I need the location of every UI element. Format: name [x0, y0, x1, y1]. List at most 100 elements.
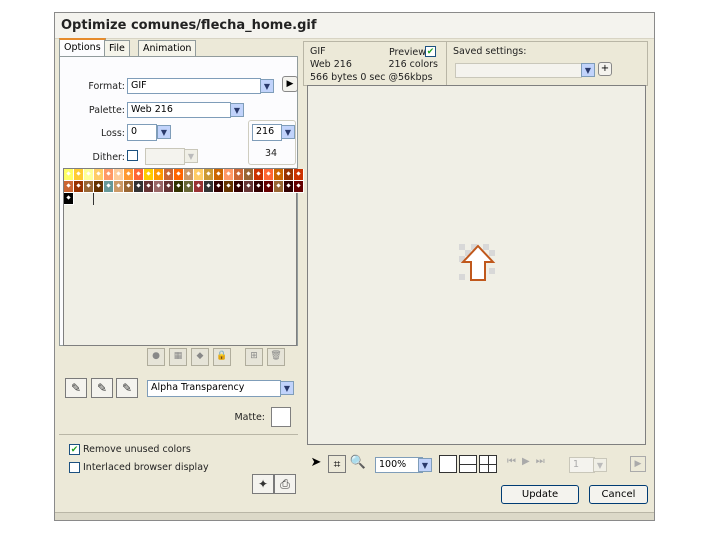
- zoom-tool-icon[interactable]: 🔍: [349, 455, 367, 473]
- palette-swatch[interactable]: [64, 169, 74, 181]
- divider: [446, 41, 447, 86]
- palette-swatch[interactable]: [224, 181, 234, 193]
- palette-swatch[interactable]: [164, 169, 174, 181]
- palette-swatch[interactable]: [114, 181, 124, 193]
- zoom-select[interactable]: 100%: [375, 457, 423, 473]
- palette-swatch[interactable]: [134, 169, 144, 181]
- palette-swatch[interactable]: [244, 181, 254, 193]
- swatch-icon[interactable]: ▦: [169, 348, 187, 366]
- palette-swatch[interactable]: [194, 181, 204, 193]
- chevron-down-icon[interactable]: ▼: [280, 381, 294, 395]
- palette-swatch[interactable]: [264, 169, 274, 181]
- colors-count-select[interactable]: 216: [252, 124, 282, 141]
- palette-swatch[interactable]: [204, 169, 214, 181]
- web-safe-marker-icon: [256, 183, 261, 188]
- palette-swatch[interactable]: [84, 169, 94, 181]
- lock-icon[interactable]: 🔒: [213, 348, 231, 366]
- chevron-down-icon[interactable]: ▼: [418, 458, 432, 472]
- title-bar[interactable]: Optimize comunes/flecha_home.gif: [55, 13, 654, 39]
- palette-swatch[interactable]: [194, 169, 204, 181]
- frame-select[interactable]: 1: [569, 457, 595, 473]
- palette-swatch[interactable]: [244, 169, 254, 181]
- palette-swatch[interactable]: [154, 181, 164, 193]
- palette-swatch[interactable]: [114, 169, 124, 181]
- saved-settings-select[interactable]: [455, 63, 582, 78]
- chevron-down-icon[interactable]: ▼: [230, 103, 244, 117]
- add-setting-button[interactable]: +: [598, 62, 612, 76]
- chevron-down-icon[interactable]: ▼: [260, 79, 274, 93]
- preview-checkbox[interactable]: ✔: [425, 46, 436, 57]
- tab-animation[interactable]: Animation: [138, 40, 197, 56]
- palette-swatch[interactable]: [184, 169, 194, 181]
- palette-swatch[interactable]: [224, 169, 234, 181]
- chevron-down-icon[interactable]: ▼: [157, 125, 171, 139]
- palette-swatch[interactable]: [94, 169, 104, 181]
- remove-unused-checkbox[interactable]: ✔: [69, 444, 80, 455]
- palette-select[interactable]: Web 216: [127, 102, 231, 118]
- dither-checkbox[interactable]: [127, 150, 138, 161]
- palette-swatch[interactable]: [84, 181, 94, 193]
- matte-color-picker[interactable]: [271, 407, 291, 427]
- palette-swatch[interactable]: [174, 169, 184, 181]
- palette-swatch[interactable]: [274, 169, 284, 181]
- web-safe-marker-icon: [246, 183, 251, 188]
- palette-swatch[interactable]: [174, 181, 184, 193]
- eyedropper-add-icon[interactable]: ✎: [91, 378, 113, 398]
- palette-swatch[interactable]: [274, 181, 284, 193]
- palette-swatch[interactable]: [184, 181, 194, 193]
- palette-swatch[interactable]: [144, 181, 154, 193]
- export-wizard-icon[interactable]: ⎙: [274, 474, 296, 494]
- palette-swatch[interactable]: [214, 181, 224, 193]
- single-view-icon[interactable]: [439, 455, 457, 473]
- palette-swatch[interactable]: [134, 181, 144, 193]
- palette-swatch[interactable]: [74, 181, 84, 193]
- palette-swatch[interactable]: [164, 181, 174, 193]
- chevron-down-icon[interactable]: ▼: [581, 63, 595, 77]
- pointer-tool-icon[interactable]: ➤: [307, 455, 325, 473]
- eyedropper-remove-icon[interactable]: ✎: [116, 378, 138, 398]
- palette-swatch[interactable]: [264, 181, 274, 193]
- palette-swatch[interactable]: [214, 169, 224, 181]
- palette-swatch[interactable]: [124, 181, 134, 193]
- palette-swatch[interactable]: [234, 181, 244, 193]
- palette-swatch[interactable]: [294, 181, 304, 193]
- palette-swatch[interactable]: [94, 181, 104, 193]
- palette-swatch[interactable]: [104, 169, 114, 181]
- tab-options[interactable]: Options: [59, 38, 106, 56]
- eyedropper-select-icon[interactable]: ✎: [65, 378, 87, 398]
- update-button[interactable]: Update: [501, 485, 579, 504]
- format-select[interactable]: GIF: [127, 78, 261, 94]
- record-icon[interactable]: ●: [147, 348, 165, 366]
- palette-swatch[interactable]: [204, 181, 214, 193]
- palette-swatch[interactable]: [64, 181, 74, 193]
- palette-swatch[interactable]: [284, 169, 294, 181]
- palette-swatch[interactable]: [104, 181, 114, 193]
- palette-swatch[interactable]: [144, 169, 154, 181]
- palette-swatch[interactable]: [154, 169, 164, 181]
- crop-tool-icon[interactable]: ⌗: [328, 455, 346, 473]
- cancel-button[interactable]: Cancel: [589, 485, 648, 504]
- palette-swatch[interactable]: [294, 169, 304, 181]
- two-up-view-icon[interactable]: [459, 455, 477, 473]
- palette-swatch[interactable]: [124, 169, 134, 181]
- add-color-icon[interactable]: ⊞: [245, 348, 263, 366]
- palette-swatch[interactable]: [74, 169, 84, 181]
- format-options-button[interactable]: ▶: [282, 76, 298, 92]
- trash-icon[interactable]: 🗑: [267, 348, 285, 366]
- loss-input[interactable]: 0: [127, 124, 157, 141]
- palette-swatch[interactable]: [254, 181, 264, 193]
- play-animation-icon[interactable]: ▶: [630, 456, 646, 472]
- four-up-view-icon[interactable]: [479, 455, 497, 473]
- magic-wand-icon[interactable]: ✦: [252, 474, 274, 494]
- tab-file[interactable]: File: [104, 40, 130, 56]
- palette-swatch[interactable]: [234, 169, 244, 181]
- dither-amount-input[interactable]: [145, 148, 185, 165]
- chevron-down-icon[interactable]: ▼: [281, 125, 295, 139]
- palette-swatch[interactable]: [254, 169, 264, 181]
- palette-swatch[interactable]: [64, 193, 74, 205]
- interlaced-checkbox[interactable]: [69, 462, 80, 473]
- palette-swatch[interactable]: [284, 181, 294, 193]
- transparency-select[interactable]: Alpha Transparency: [147, 380, 281, 397]
- preview-canvas[interactable]: [307, 85, 646, 445]
- cube-icon[interactable]: ◆: [191, 348, 209, 366]
